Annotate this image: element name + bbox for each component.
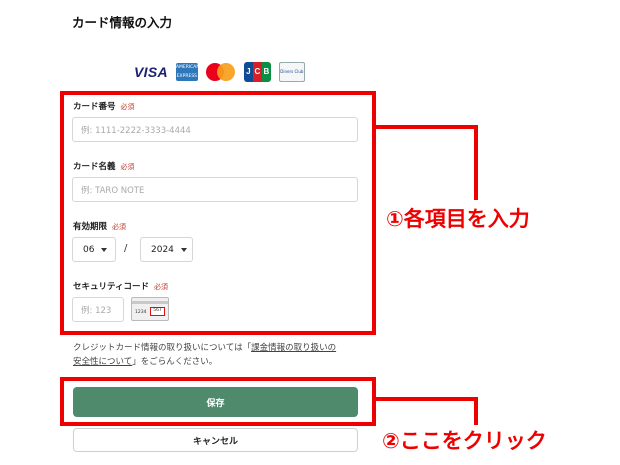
annotation-connector-1-vertical <box>474 125 478 200</box>
card-info-notice: クレジットカード情報の取り扱いについては「課金情報の取り扱いの 安全性について」… <box>73 343 337 367</box>
mastercard-logo <box>205 62 236 82</box>
annotation-step2: ②ここをクリック <box>382 429 547 453</box>
annotation-step1: ①各項目を入力 <box>386 207 530 231</box>
security-policy-link-cont[interactable]: 安全性について <box>73 357 132 367</box>
card-brand-logos: VISA AMERICAN EXPRESS J C B Diners Club <box>134 61 305 83</box>
amex-logo: AMERICAN EXPRESS <box>175 63 198 81</box>
security-policy-link[interactable]: 課金情報の取り扱いの <box>251 343 336 353</box>
annotation-connector-1 <box>376 125 478 129</box>
annotation-box-save <box>60 377 376 426</box>
annotation-connector-2 <box>376 397 478 401</box>
annotation-connector-2-vertical <box>474 397 478 425</box>
cancel-button[interactable]: キャンセル <box>73 428 358 452</box>
page-title: カード情報の入力 <box>72 15 173 30</box>
diners-logo: Diners Club <box>278 62 305 82</box>
jcb-logo: J C B <box>243 62 271 82</box>
visa-logo: VISA <box>134 64 168 80</box>
annotation-box-fields <box>60 91 376 335</box>
